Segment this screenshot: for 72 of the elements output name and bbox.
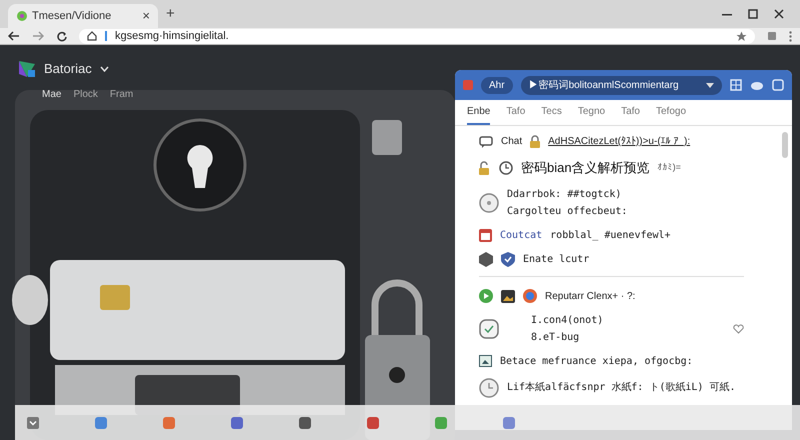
chevron-down-icon[interactable]: [27, 416, 39, 428]
app-icon[interactable]: [299, 416, 311, 428]
maximize-icon[interactable]: [748, 9, 758, 19]
star-icon[interactable]: [736, 30, 747, 42]
item-label: Coutcat: [500, 228, 542, 242]
item-text: Cargolteu offecbeut:: [507, 204, 628, 218]
heart-icon[interactable]: [733, 324, 744, 334]
item-text: Betace mefruance xiepa, ofgocbg:: [500, 354, 693, 368]
menu-icon[interactable]: [789, 30, 792, 42]
item-text: Ddarrbok: ##togtck): [507, 188, 622, 202]
back-icon[interactable]: [8, 31, 20, 41]
chat-text: AdHSACitezLet(ﾀｽﾄ))>u-(ｴﾙ ｱ_):: [548, 135, 690, 149]
home-icon: [87, 31, 97, 41]
close-icon[interactable]: [774, 9, 784, 19]
app-icon: [463, 80, 473, 90]
item-text: 8.eT-bug: [531, 330, 580, 344]
lock-icon: [530, 135, 540, 148]
colorful-circle-icon[interactable]: [523, 289, 537, 303]
image-icon[interactable]: [501, 290, 515, 302]
panel-tab[interactable]: Enbe: [467, 100, 490, 125]
chat-label: Chat: [501, 135, 522, 149]
nav-link[interactable]: Fram: [110, 86, 134, 102]
chevron-down-icon[interactable]: [100, 66, 109, 72]
grid-icon[interactable]: [730, 79, 742, 91]
caret-icon: [706, 82, 714, 88]
app-icon[interactable]: [95, 416, 107, 428]
address-text: ▶密码词bolitoanmlScommientarg: [528, 78, 680, 92]
app-icon[interactable]: [367, 416, 379, 428]
address-bar[interactable]: kgsesmg·himsingielital.: [79, 28, 755, 44]
app-icon[interactable]: [231, 416, 243, 428]
panel-tab[interactable]: Tafo: [506, 100, 526, 125]
item-text: Enate lcutr: [523, 252, 590, 266]
checkmark-icon: [479, 318, 499, 338]
app-icon[interactable]: [435, 416, 447, 428]
item-text: robblal_ #uenevfewl+: [550, 228, 671, 242]
address-field[interactable]: ▶密码词bolitoanmlScommientarg: [520, 76, 722, 94]
item-text: I.con4(onot): [531, 314, 604, 328]
new-tab-button[interactable]: +: [158, 2, 183, 25]
picture-frame-icon: [479, 355, 492, 367]
url-text: kgsesmg·himsingielital.: [115, 28, 229, 44]
disc-icon: [479, 192, 499, 212]
browser-tab[interactable]: Tmesen/Vidione ×: [8, 4, 158, 28]
shield-check-icon: [501, 252, 515, 266]
extension-icon[interactable]: [767, 31, 777, 41]
site-title: Batoriac: [44, 60, 92, 78]
account-button[interactable]: Ahr: [481, 76, 513, 94]
panel-tab[interactable]: Tecs: [541, 100, 562, 125]
tab-title: Tmesen/Vidione: [32, 8, 112, 24]
app-icon[interactable]: [163, 416, 175, 428]
close-tab-button[interactable]: ×: [142, 6, 150, 26]
item-text: Lif本紙alfäcfsnpr 水紙f: ト(歌紙iL) 可紙.: [507, 380, 736, 395]
panel-tab[interactable]: Tegno: [578, 100, 606, 125]
panel-tab[interactable]: Tefogo: [656, 100, 686, 125]
reload-icon[interactable]: [56, 30, 67, 42]
nav-link[interactable]: Plock: [73, 86, 98, 102]
panel-tab[interactable]: Tafo: [621, 100, 640, 125]
hexagon-icon: [479, 252, 493, 266]
logo-icon: [18, 60, 36, 78]
unlock-icon: [479, 160, 491, 175]
nav-link[interactable]: Mae: [42, 86, 62, 102]
item-text: Reputarr Clenx+ · ?:: [545, 290, 636, 304]
calendar-icon: [479, 228, 492, 242]
forward-icon[interactable]: [32, 31, 44, 41]
chat-icon: [479, 136, 493, 148]
clock-icon: [499, 160, 513, 175]
heading-note: ｵｶﾐ)=: [658, 161, 681, 174]
scrollbar-thumb[interactable]: [782, 132, 788, 158]
window-icon[interactable]: [772, 79, 784, 91]
clock-icon: [479, 378, 499, 398]
play-icon[interactable]: [479, 289, 493, 303]
app-icon[interactable]: [503, 416, 515, 428]
section-heading: 密码bian含义解析预览: [521, 159, 650, 177]
